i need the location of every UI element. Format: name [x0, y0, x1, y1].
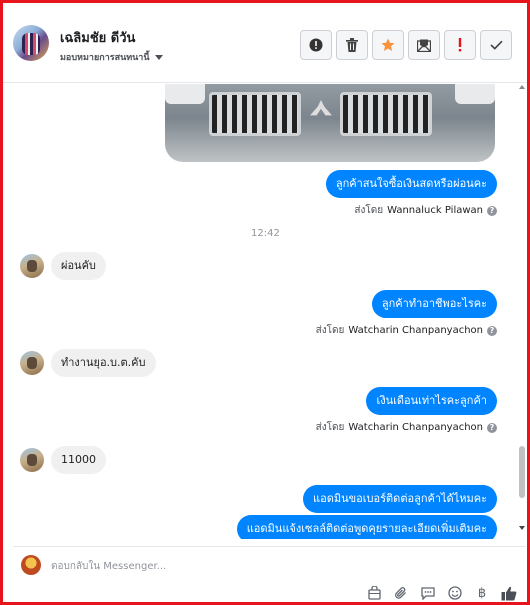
assign-conversation-dropdown[interactable]: มอบหมายการสนทนานี้	[60, 50, 163, 64]
bag-icon[interactable]	[366, 585, 382, 601]
scroll-up-arrow-icon[interactable]	[519, 85, 525, 89]
conversation-header: เฉลิมชัย ดีวัน มอบหมายการสนทนานี้	[3, 3, 527, 83]
avatar[interactable]	[13, 25, 49, 61]
baht-icon[interactable]: ฿	[474, 585, 490, 601]
help-icon[interactable]: ?	[487, 205, 497, 216]
star-icon	[381, 38, 395, 51]
message-thread: ลูกค้าสนใจซื้อเงินสดหรือผ่อนคะ ส่งโดย Wa…	[3, 84, 527, 539]
contact-name[interactable]: เฉลิมชัย ดีวัน	[60, 27, 135, 48]
messenger-window: เฉลิมชัย ดีวัน มอบหมายการสนทนานี้ ลูกค้า…	[0, 0, 530, 605]
reply-composer: ตอบกลับใน Messenger... ฿	[13, 546, 525, 602]
sent-by-label: ส่งโดย Wannaluck Pilawan ?	[354, 203, 497, 218]
sent-by-label: ส่งโดย Watcharin Chanpanyachon ?	[316, 323, 497, 338]
message-bubble-incoming[interactable]: ทำงานยุอ.บ.ต.คับ	[51, 349, 156, 377]
saved-replies-icon[interactable]	[420, 585, 436, 601]
chevron-down-icon	[154, 54, 163, 60]
star-button[interactable]	[372, 30, 404, 60]
message-bubble-outgoing[interactable]: แอดมินขอเบอร์ติดต่อลูกค้าได้ไหมคะ	[303, 485, 497, 513]
sent-by-label: ส่งโดย Watcharin Chanpanyachon ?	[316, 420, 497, 435]
exclamation-icon	[458, 38, 462, 52]
attached-photo-car[interactable]	[165, 84, 495, 162]
scrollbar-thumb[interactable]	[519, 446, 525, 498]
sender-name: Watcharin Chanpanyachon	[348, 422, 483, 433]
assign-label: มอบหมายการสนทนานี้	[60, 53, 150, 63]
page-avatar	[21, 555, 41, 575]
message-bubble-incoming[interactable]: 11000	[51, 446, 106, 474]
sender-name: Watcharin Chanpanyachon	[348, 325, 483, 336]
message-bubble-incoming[interactable]: ผ่อนคับ	[51, 252, 106, 280]
message-bubble-outgoing[interactable]: ลูกค้าสนใจซื้อเงินสดหรือผ่อนคะ	[325, 170, 497, 198]
scroll-down-arrow-icon[interactable]	[519, 526, 525, 530]
reply-input[interactable]: ตอบกลับใน Messenger...	[51, 559, 166, 574]
avatar[interactable]	[20, 448, 44, 472]
timestamp: 12:42	[251, 228, 280, 239]
check-icon	[489, 40, 503, 50]
alert-circle-icon	[309, 38, 323, 52]
attachment-icon[interactable]	[393, 585, 409, 601]
help-icon[interactable]: ?	[487, 422, 497, 433]
envelope-icon	[417, 39, 431, 52]
message-bubble-outgoing[interactable]: เงินเดือนเท่าไรคะลูกค้า	[366, 387, 497, 415]
sender-name: Wannaluck Pilawan	[387, 205, 483, 216]
emoji-icon[interactable]	[447, 585, 463, 601]
important-button[interactable]	[444, 30, 476, 60]
composer-toolbar: ฿	[366, 585, 517, 601]
message-bubble-outgoing[interactable]: แอดมินแจ้งเซลล์ติดต่อพูดคุยรายละเอียดเพิ…	[236, 515, 497, 539]
mark-unread-button[interactable]	[408, 30, 440, 60]
done-button[interactable]	[480, 30, 512, 60]
avatar[interactable]	[20, 351, 44, 375]
like-icon[interactable]	[501, 585, 517, 601]
scrollbar[interactable]	[517, 84, 527, 539]
trash-icon	[346, 38, 358, 52]
report-button[interactable]	[300, 30, 332, 60]
delete-button[interactable]	[336, 30, 368, 60]
help-icon[interactable]: ?	[487, 325, 497, 336]
message-bubble-outgoing[interactable]: ลูกค้าทำอาชีพอะไรคะ	[371, 290, 497, 318]
avatar[interactable]	[20, 254, 44, 278]
